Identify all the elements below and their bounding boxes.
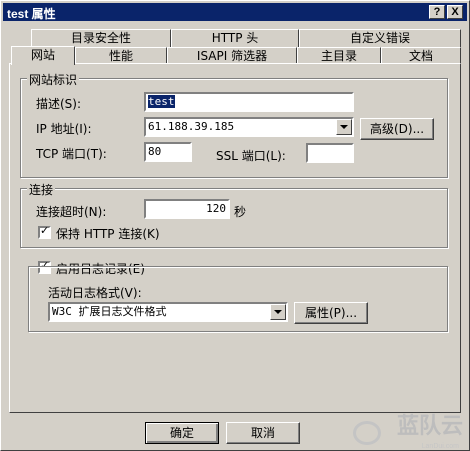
connection-legend: 连接 xyxy=(27,181,56,198)
advanced-button[interactable]: 高级(D)... xyxy=(360,118,434,140)
description-value: test xyxy=(148,95,175,108)
tcp-port-input[interactable]: 80 xyxy=(144,142,192,162)
window-title: test 属性 xyxy=(7,7,56,21)
watermark-sub: LanDui.com xyxy=(421,443,459,450)
watermark: 蓝队云 xyxy=(396,413,463,438)
ip-address-select[interactable]: 61.188.39.185 xyxy=(144,117,354,137)
ssl-port-input[interactable] xyxy=(306,143,354,163)
title-bar[interactable]: test 属性 ? X xyxy=(3,3,467,21)
ip-address-label: IP 地址(I): xyxy=(36,122,92,136)
log-format-value: W3C 扩展日志文件格式 xyxy=(52,305,167,318)
tcp-port-label: TCP 端口(T): xyxy=(36,147,107,161)
close-button[interactable]: X xyxy=(447,5,463,19)
tab-panel: 网站标识 描述(S): test IP 地址(I): 61.188.39.185… xyxy=(9,63,461,413)
help-button[interactable]: ? xyxy=(429,5,445,19)
site-identification-legend: 网站标识 xyxy=(27,71,80,88)
log-properties-button[interactable]: 属性(P)... xyxy=(294,302,368,324)
ok-button[interactable]: 确定 xyxy=(145,422,219,444)
log-format-label: 活动日志格式(V): xyxy=(48,286,142,300)
cancel-button[interactable]: 取消 xyxy=(226,422,300,444)
tab-custom-errors[interactable]: 自定义错误 xyxy=(299,29,461,47)
tab-directory-security[interactable]: 目录安全性 xyxy=(31,29,171,47)
keepalive-label: 保持 HTTP 连接(K) xyxy=(56,227,160,241)
timeout-unit: 秒 xyxy=(234,205,247,219)
ip-dropdown-arrow-icon[interactable] xyxy=(336,119,352,135)
description-input[interactable]: test xyxy=(144,92,354,112)
ip-address-value: 61.188.39.185 xyxy=(148,120,235,133)
timeout-input[interactable]: 120 xyxy=(144,199,230,219)
properties-dialog: test 属性 ? X 目录安全性 HTTP 头 自定义错误 网站 性能 ISA… xyxy=(0,0,470,451)
log-format-dropdown-arrow-icon[interactable] xyxy=(270,304,286,320)
ssl-port-label: SSL 端口(L): xyxy=(216,149,286,163)
tab-http-headers[interactable]: HTTP 头 xyxy=(171,29,299,47)
log-format-select[interactable]: W3C 扩展日志文件格式 xyxy=(48,302,288,322)
description-label: 描述(S): xyxy=(36,97,82,111)
keepalive-checkbox[interactable] xyxy=(38,224,51,239)
timeout-label: 连接超时(N): xyxy=(36,205,107,219)
tab-website[interactable]: 网站 xyxy=(11,46,75,65)
watermark-logo xyxy=(353,421,381,445)
